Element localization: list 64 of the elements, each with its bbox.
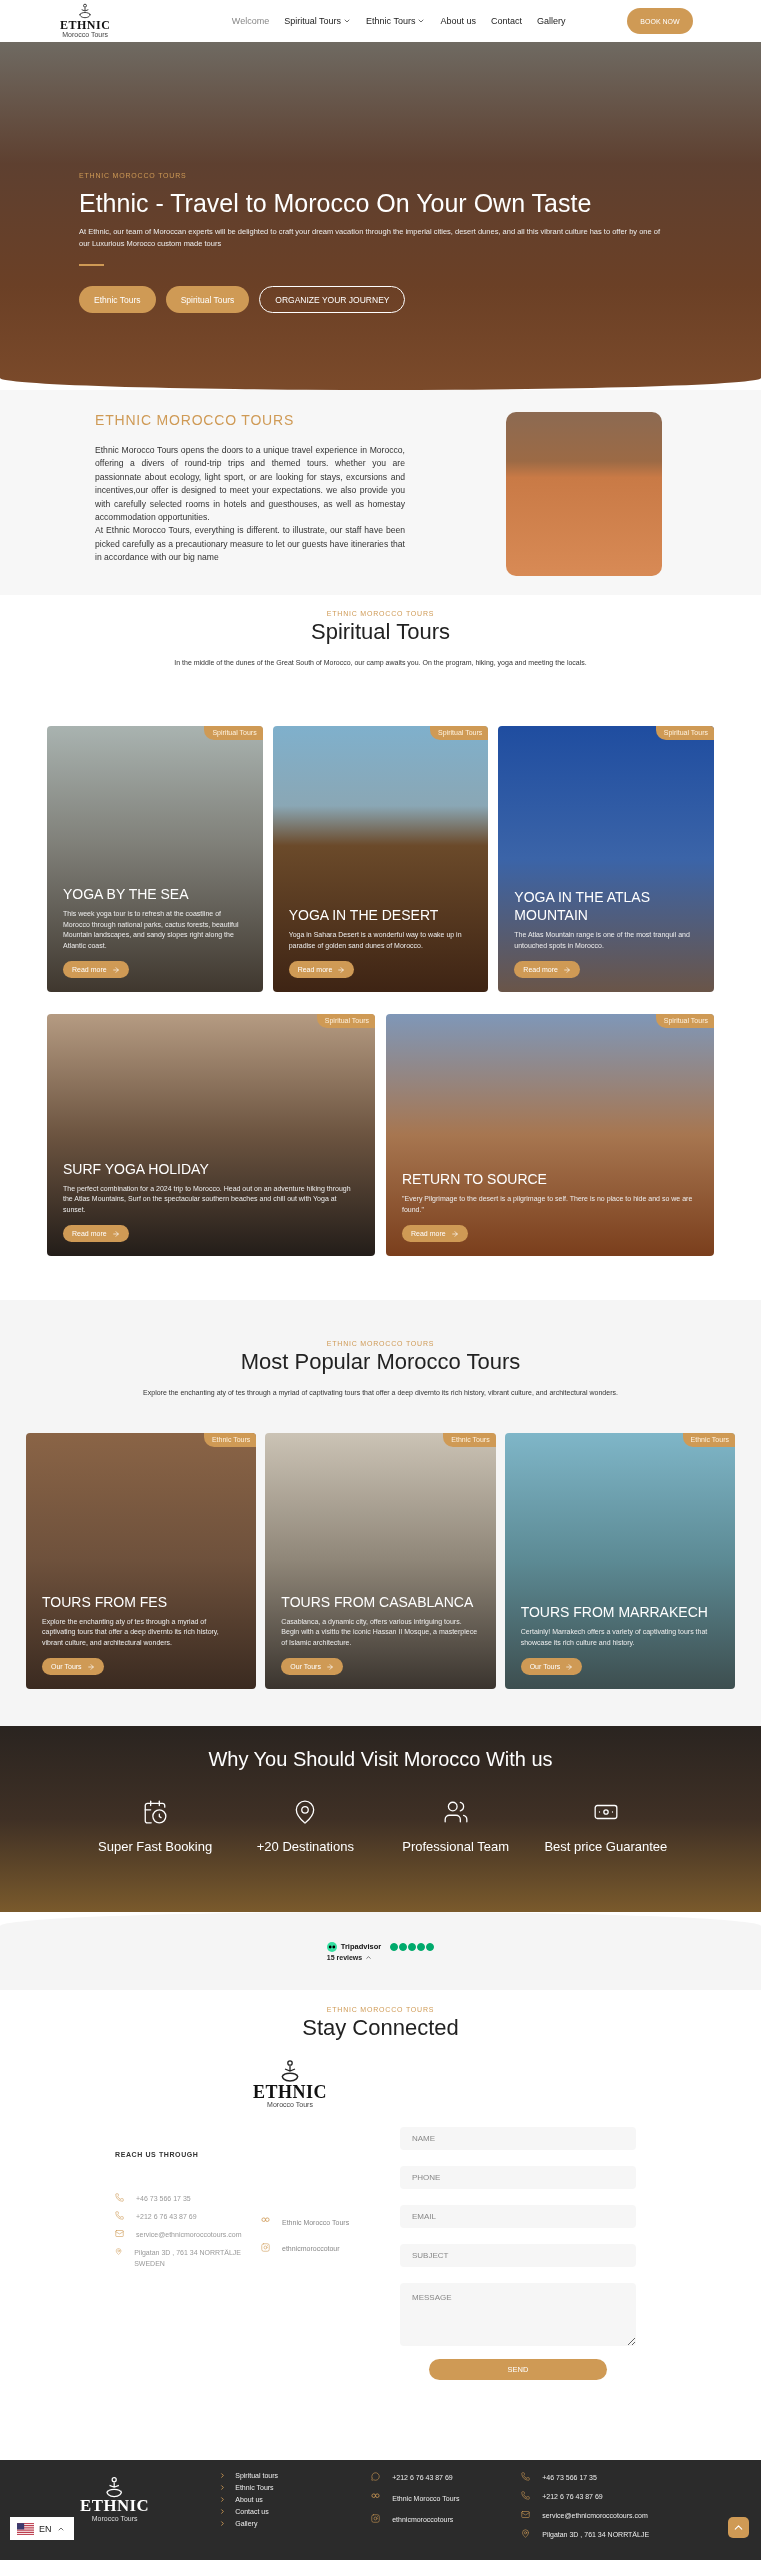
input-field[interactable]: EMAIL bbox=[400, 2205, 636, 2228]
instagram-icon bbox=[371, 2514, 381, 2523]
calendar-clock-icon bbox=[142, 1799, 169, 1825]
arrow-right-icon bbox=[111, 1229, 120, 1238]
owl-logo-icon bbox=[326, 1941, 337, 1952]
hero-title: Ethnic - Travel to Morocco On Your Own Taste bbox=[79, 189, 593, 218]
tour-title: YOGA IN THE ATLAS MOUNTAIN bbox=[514, 888, 651, 924]
section-title: Most Popular Morocco Tours bbox=[239, 1349, 522, 1375]
chevron-up-icon bbox=[365, 1953, 373, 1961]
tour-card[interactable] bbox=[47, 1014, 375, 1256]
tour-card[interactable] bbox=[47, 726, 263, 992]
about-heading: ETHNIC MOROCCO TOURS bbox=[95, 412, 296, 428]
arrow-right-icon bbox=[450, 1229, 459, 1238]
about-paragraph: At Ethnic Morocco Tours, everything is different. to illustrate, our staff have been picked carefully as a precautionary measure to let our guests have itineraries that in accordance with our big name bbox=[95, 524, 405, 565]
tour-title: TOURS FROM FES bbox=[42, 1592, 168, 1611]
input-field[interactable]: NAME bbox=[400, 2127, 636, 2150]
instagram-icon bbox=[261, 2242, 270, 2252]
tour-title: YOGA IN THE DESERT bbox=[288, 906, 440, 924]
flag-icon bbox=[17, 2522, 34, 2535]
phone-icon bbox=[521, 2472, 531, 2481]
phone-icon bbox=[521, 2491, 531, 2500]
nav-link[interactable]: Contact bbox=[490, 16, 522, 26]
arrow-right-icon bbox=[562, 965, 571, 974]
phone-icon bbox=[115, 2192, 124, 2202]
message-field[interactable]: MESSAGE bbox=[400, 2283, 636, 2346]
chevron-down-icon bbox=[343, 17, 352, 25]
chevron-down-icon bbox=[417, 17, 426, 25]
tour-title: SURF YOGA HOLIDAY bbox=[63, 1159, 210, 1178]
tour-title: TOURS FROM MARRAKECH bbox=[520, 1603, 709, 1621]
arrow-right-icon bbox=[111, 965, 120, 974]
input-field[interactable]: SUBJECT bbox=[400, 2244, 636, 2267]
feature-label: Best price Guarantee bbox=[544, 1839, 668, 1854]
arrow-right-icon bbox=[325, 1662, 334, 1671]
logo-wordmark: ETHNIC bbox=[60, 19, 111, 32]
arrow-right-icon bbox=[86, 1662, 95, 1671]
logo-wordmark: ETHNIC bbox=[253, 2083, 327, 2101]
feature-label: Super Fast Booking bbox=[98, 1839, 213, 1854]
team-icon bbox=[442, 1799, 469, 1825]
section-title: Spiritual Tours bbox=[310, 619, 451, 645]
feature-label: +20 Destinations bbox=[256, 1839, 354, 1854]
tour-title: YOGA BY THE SEA bbox=[63, 885, 190, 903]
tour-title: TOURS FROM CASABLANCA bbox=[281, 1592, 475, 1611]
location-pin-icon bbox=[115, 2246, 123, 2256]
nav-link[interactable]: Welcome bbox=[231, 16, 270, 26]
location-pin-icon bbox=[521, 2529, 531, 2538]
nav-link[interactable]: About us bbox=[440, 16, 476, 26]
scroll-to-top-button[interactable] bbox=[728, 2517, 749, 2538]
about-paragraph: Ethnic Morocco Tours opens the doors to a unique travel experience in Morocco, offering a divers of round-trip trips and themed tours. whether you are passionnate about ecology, light sport, or are looking for stays, excursions and incentives,our offer is designed to meet your expectations. we also provide you with carefully selected rooms in hotels and guesthouses, as well as homestay accommodation opportunities. bbox=[95, 444, 405, 525]
logo-wordmark: ETHNIC bbox=[80, 2498, 150, 2516]
nav-link[interactable]: Spiritual Tours bbox=[284, 16, 352, 26]
nav-link[interactable]: Gallery bbox=[537, 16, 566, 26]
whatsapp-icon bbox=[371, 2472, 381, 2481]
feature-label: Professional Team bbox=[402, 1839, 509, 1854]
language-selector[interactable]: EN bbox=[10, 2517, 74, 2540]
envelope-icon bbox=[115, 2228, 124, 2238]
section-title: Stay Connected bbox=[301, 2015, 460, 2041]
tour-title: RETURN TO SOURCE bbox=[402, 1170, 548, 1188]
section-title: Why You Should Visit Morocco With us bbox=[207, 1748, 554, 1771]
arrow-right-icon bbox=[337, 965, 346, 974]
nav-link[interactable]: Ethnic Tours bbox=[366, 16, 426, 26]
input-field[interactable]: PHONE bbox=[400, 2166, 636, 2189]
envelope-icon bbox=[521, 2510, 531, 2519]
phone-icon bbox=[115, 2210, 124, 2220]
arrow-right-icon bbox=[565, 1662, 574, 1671]
